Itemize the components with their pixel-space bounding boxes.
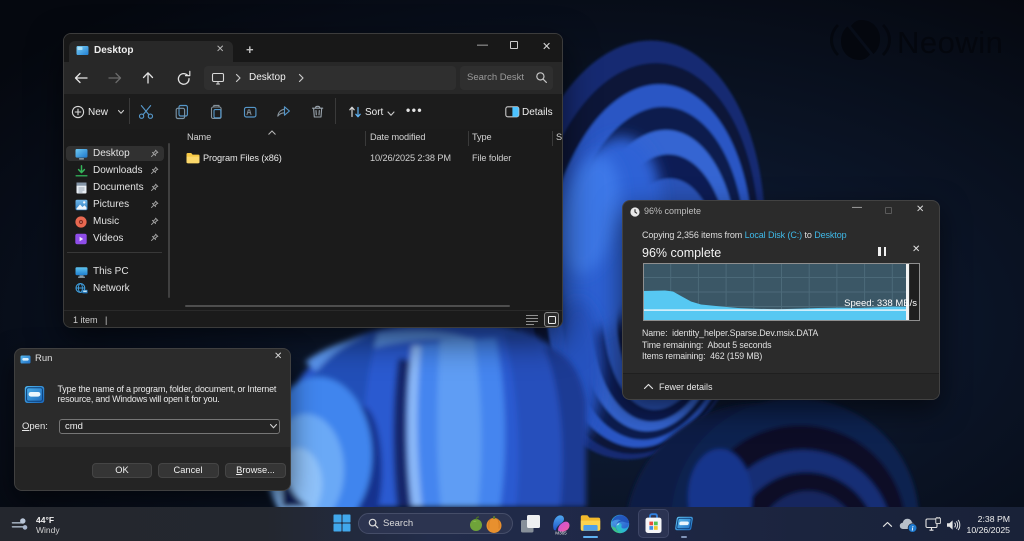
- svg-text:M365: M365: [555, 531, 567, 536]
- svg-text:Neowin: Neowin: [897, 25, 1003, 60]
- svg-text:i: i: [912, 525, 914, 532]
- svg-text:Speed: 338 MB/s: Speed: 338 MB/s: [844, 298, 917, 309]
